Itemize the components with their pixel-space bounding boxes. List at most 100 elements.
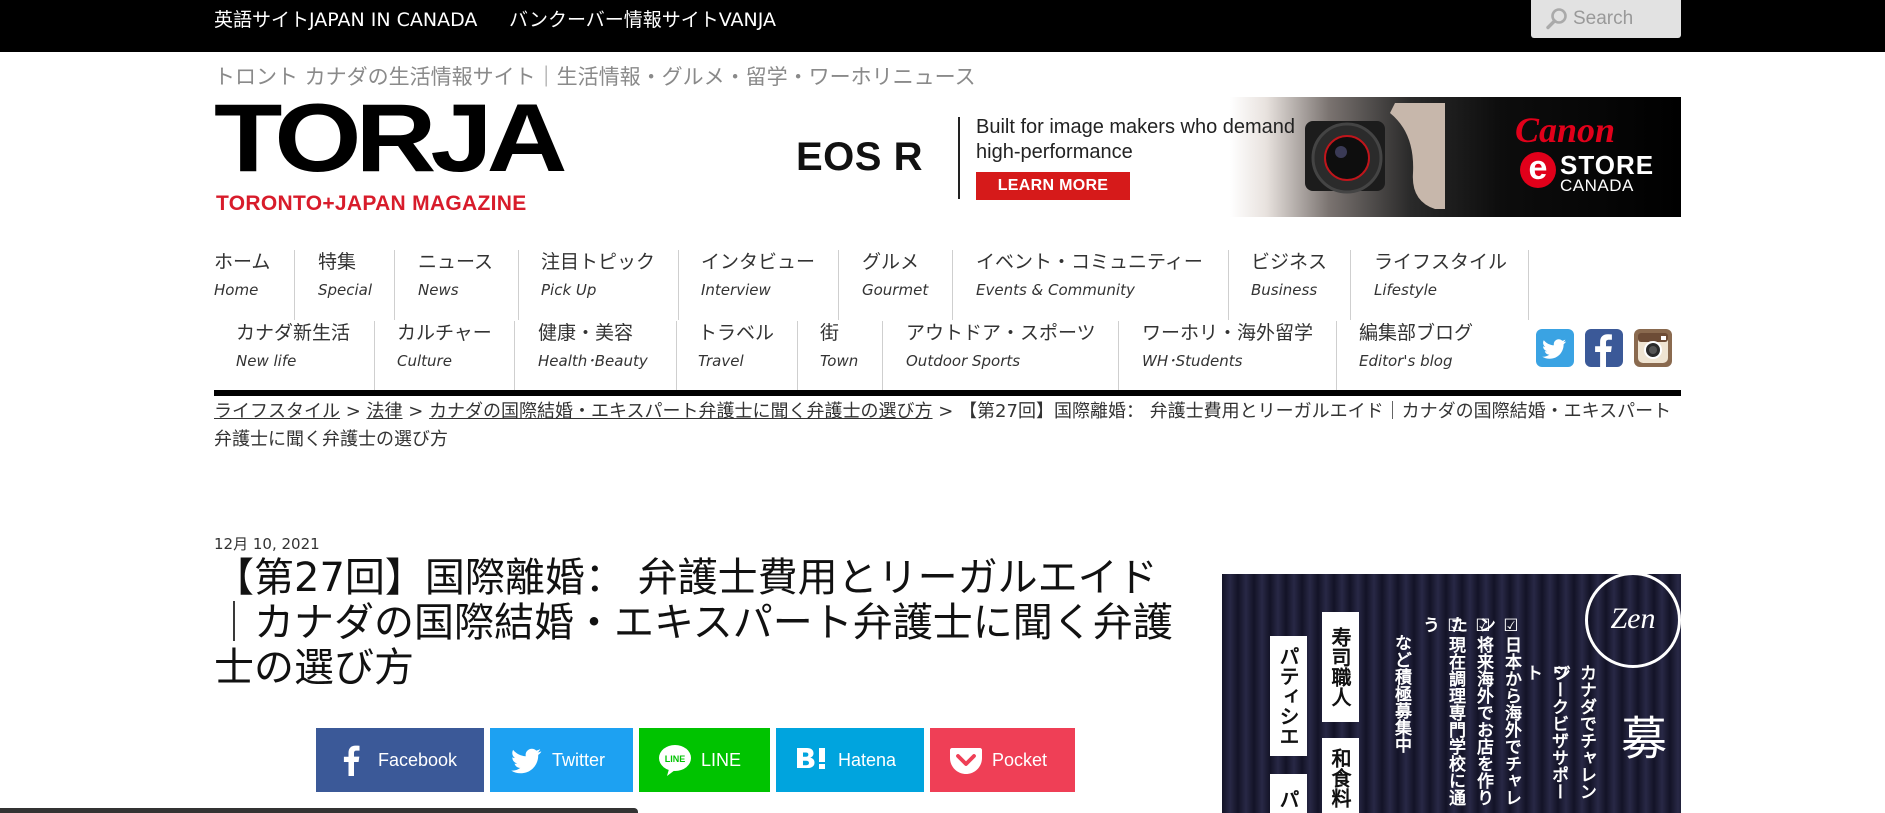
nav-label-ja: ニュース [418,251,494,273]
nav-label-ja: 編集部ブログ [1359,322,1474,344]
breadcrumb: ライフスタイル > 法律 > カナダの国際結婚・エキスパート弁護士に聞く弁護士の… [214,398,1679,454]
search-input[interactable] [1573,5,1677,33]
facebook-follow-button[interactable] [1585,329,1623,367]
share-label: Twitter [552,750,606,770]
canon-logo: Canon [1515,110,1616,150]
breadcrumb-law[interactable]: 法律 [367,401,403,422]
nav-culture[interactable]: カルチャー Culture [397,321,492,391]
learn-more-button[interactable]: LEARN MORE [976,172,1130,200]
share-label: Pocket [992,750,1048,770]
japan-in-canada-link[interactable]: 英語サイトJAPAN IN CANADA [214,5,477,32]
nav-divider [1336,321,1337,391]
line-icon: LINE [659,745,691,776]
nav-label-en: Business [1251,281,1318,299]
breadcrumb-separator: > [340,401,367,422]
nav-label-en: Town [820,352,859,370]
instagram-follow-button[interactable] [1634,329,1672,367]
nav-divider [838,250,839,320]
nav-outdoor-sports[interactable]: アウトドア・スポーツ Outdoor Sports [906,321,1096,391]
nav-divider [514,321,515,391]
nav-label-en: Interview [701,281,771,299]
nav-label-en: Health･Beauty [538,352,648,370]
nav-events-community[interactable]: イベント・コミュニティー Events & Community [976,250,1203,320]
zen-recruitment-ad[interactable]: Zen パティシエ 寿司職人 和食料 パ ☑日本から海外でチャレン ☑将来海外で… [1222,574,1681,813]
article-date: 12月 10, 2021 [214,535,320,553]
nav-divider [1350,250,1351,320]
nav-label-en: New life [236,352,297,370]
nav-divider [676,321,677,391]
svg-text:LINE: LINE [665,754,686,764]
twitter-follow-button[interactable] [1536,329,1574,367]
nav-label-en: Home [214,281,259,299]
nav-working-holiday[interactable]: ワーホリ・海外留学 WH･Students [1142,321,1313,391]
nav-travel[interactable]: トラベル Travel [698,321,774,391]
nav-pick-up[interactable]: 注目トピック Pick Up [541,250,655,320]
nav-label-en: Special [318,281,373,299]
logo-wordmark: TORJA [214,83,568,192]
facebook-icon [1595,334,1612,367]
nav-label-en: WH･Students [1142,352,1243,370]
nav-label-en: Editor's blog [1359,352,1453,370]
breadcrumb-series[interactable]: カナダの国際結婚・エキスパート弁護士に聞く弁護士の選び方 [429,401,932,422]
share-facebook-button[interactable]: Facebook [316,728,484,792]
nav-divider [678,250,679,320]
nav-health-beauty[interactable]: 健康・美容 Health･Beauty [538,321,648,391]
nav-new-life[interactable]: カナダ新生活 New life [236,321,350,391]
canon-banner-ad[interactable]: EOS R Built for image makers who demand … [790,97,1681,217]
breadcrumb-lifestyle[interactable]: ライフスタイル [214,401,340,422]
share-twitter-button[interactable]: Twitter [490,728,633,792]
nav-label-en: Lifestyle [1374,281,1438,299]
search-box[interactable] [1531,0,1681,38]
ad-role-japanese-cuisine: 和食料 [1322,738,1359,813]
ad-text-line4: など積極募集中 [1391,634,1411,753]
nav-label-en: Outdoor Sports [906,352,1021,370]
ad-product-name: EOS R [796,135,923,179]
nav-label-ja: ライフスタイル [1374,251,1508,273]
hatena-bookmark-icon [797,748,825,769]
nav-divider [1118,321,1119,391]
breadcrumb-separator: > [932,401,960,422]
nav-divider [952,250,953,320]
vanja-link[interactable]: バンクーバー情報サイトVANJA [509,5,776,32]
share-label: LINE [701,750,742,770]
nav-news[interactable]: ニュース News [418,250,493,320]
ad-role-p: パ [1270,774,1307,813]
ad-divider [958,117,960,199]
camera-lens-image [1305,103,1445,209]
nav-gourmet[interactable]: グルメ Gourmet [862,250,928,320]
share-pocket-button[interactable]: Pocket [930,728,1075,792]
nav-town[interactable]: 街 Town [820,321,858,391]
pocket-icon [950,748,982,774]
nav-label-en: Gourmet [862,281,929,299]
share-label: Hatena [838,750,897,770]
nav-label-ja: ビジネス [1251,251,1328,273]
nav-editors-blog[interactable]: 編集部ブログ Editor's blog [1359,321,1473,391]
nav-divider [797,321,798,391]
instagram-icon [1638,333,1668,363]
nav-divider [1528,250,1529,320]
ad-copy: Built for image makers who demand high-p… [976,116,1296,163]
top-bar: 英語サイトJAPAN IN CANADA バンクーバー情報サイトVANJA [0,0,1885,52]
horizontal-scrollbar[interactable] [0,808,638,813]
nav-special[interactable]: 特集 Special [318,250,372,320]
share-line-button[interactable]: LINE LINE [639,728,770,792]
nav-home[interactable]: ホーム Home [214,250,270,320]
twitter-icon [511,748,542,774]
torja-logo[interactable]: TORJA TORONTO+JAPAN MAGAZINE [214,90,568,215]
nav-label-ja: ワーホリ・海外留学 [1142,322,1314,344]
nav-divider [394,250,395,320]
nav-bottom-rule [214,390,1681,396]
nav-label-ja: アウトドア・スポーツ [906,322,1096,344]
nav-label-ja: カナダ新生活 [236,322,351,344]
nav-interview[interactable]: インタビュー Interview [701,250,815,320]
nav-label-en: Pick Up [541,281,597,299]
nav-label-ja: 特集 [318,251,357,273]
nav-business[interactable]: ビジネス Business [1251,250,1327,320]
nav-lifestyle[interactable]: ライフスタイル Lifestyle [1374,250,1507,320]
search-icon [1546,8,1567,30]
nav-divider [294,250,295,320]
share-hatena-button[interactable]: Hatena [776,728,924,792]
estore-country: CANADA [1560,176,1634,195]
ad-headline: 人材募 [1614,714,1681,806]
ad-text-line3: ☑現在調理専門学校に通う [1419,616,1465,806]
